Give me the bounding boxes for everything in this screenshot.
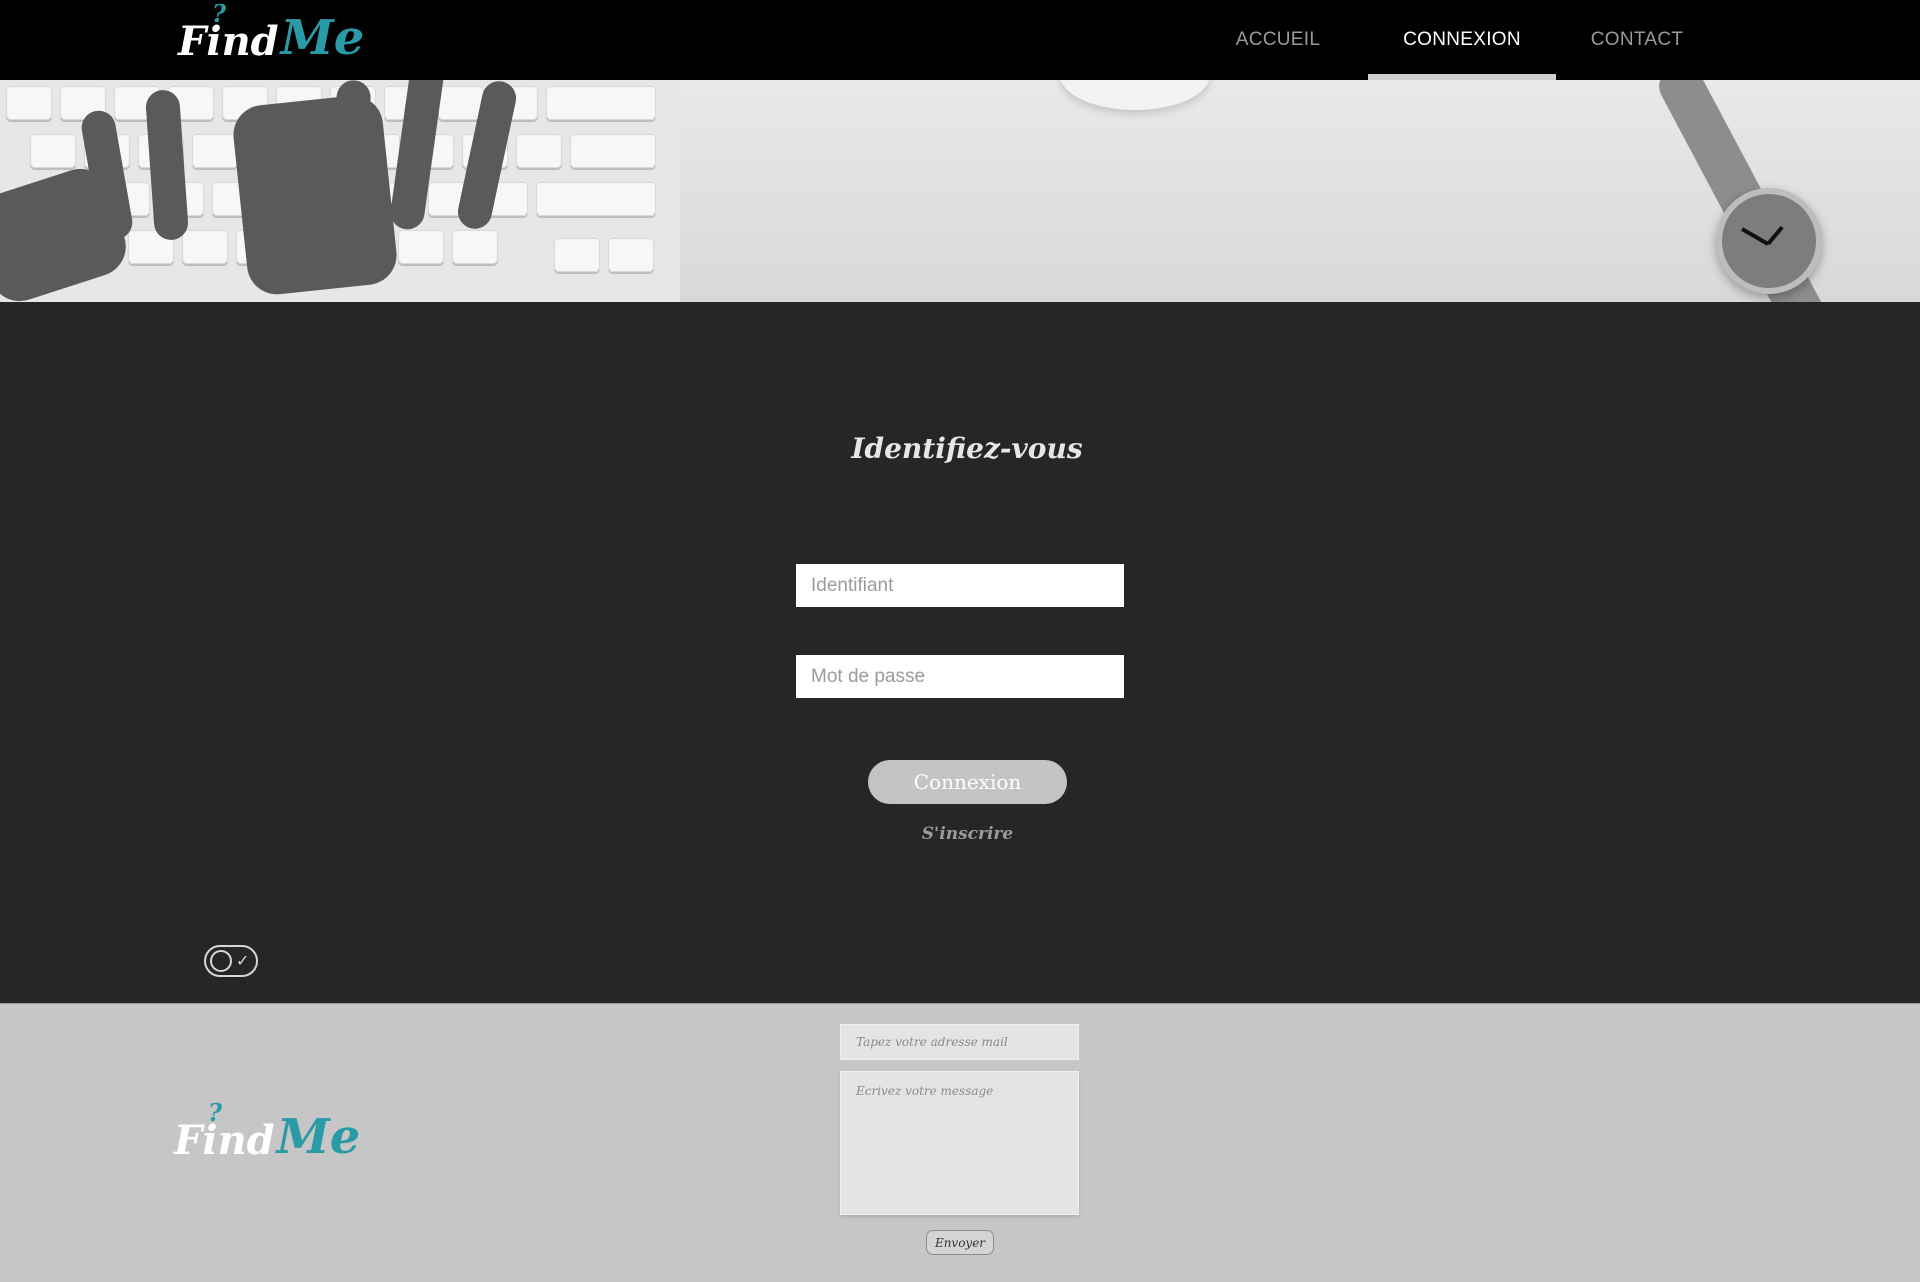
brand-logo[interactable]: Find ? Me: [178, 2, 365, 66]
login-button[interactable]: Connexion: [868, 760, 1067, 804]
username-input[interactable]: [796, 564, 1124, 607]
footer-logo-find-text: Find: [174, 1117, 275, 1164]
footer-logo-question-mark: ?: [208, 1098, 223, 1127]
nav-contact[interactable]: CONTACT: [1574, 0, 1700, 80]
mouse-illustration: [1060, 80, 1210, 110]
password-input[interactable]: [796, 655, 1124, 698]
check-icon: ✓: [236, 951, 250, 970]
hero-banner-image: [0, 80, 1920, 302]
logo-find-text: Find: [178, 18, 279, 65]
footer-brand-logo[interactable]: Find ? Me: [174, 1101, 361, 1165]
logo-question-mark: ?: [212, 0, 227, 28]
footer-logo-me-text: Me: [276, 1109, 361, 1165]
logo-me-text: Me: [280, 10, 365, 66]
theme-toggle[interactable]: ✓: [204, 945, 258, 977]
nav-connexion-label: CONNEXION: [1403, 29, 1521, 50]
login-title: Identifiez-vous: [851, 432, 1083, 465]
nav-accueil[interactable]: ACCUEIL: [1210, 0, 1346, 80]
footer-message-textarea[interactable]: [840, 1071, 1079, 1215]
watch-illustration: [1716, 188, 1822, 294]
nav-connexion[interactable]: CONNEXION: [1368, 0, 1556, 80]
footer-send-button[interactable]: Envoyer: [926, 1230, 994, 1255]
signup-link[interactable]: S'inscrire: [860, 824, 1075, 844]
footer-email-input[interactable]: [840, 1024, 1079, 1060]
toggle-knob: [210, 950, 232, 972]
keyboard-illustration: [0, 80, 680, 302]
top-navbar: Find ? Me ACCUEIL CONNEXION CONTACT: [0, 0, 1920, 80]
